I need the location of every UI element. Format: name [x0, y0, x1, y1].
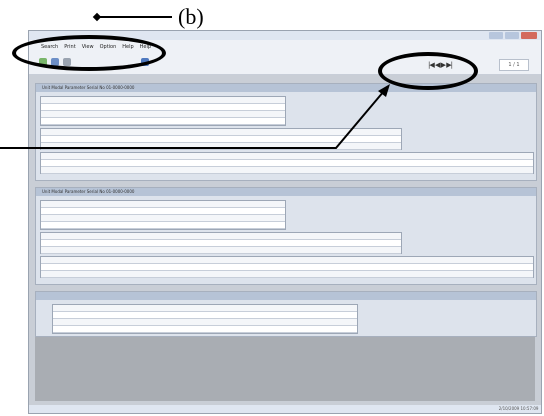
minimize-button[interactable]	[489, 32, 503, 39]
panel-2-header: Unit Modal Parameter Serial No 01-0000-0…	[36, 188, 536, 196]
status-bar: 2/10/2009 10:57:09	[29, 405, 541, 413]
application-window: Search Print View Option Help Help |◀ ◀ …	[28, 30, 542, 414]
panel-2-grid-b	[40, 232, 402, 254]
panel-1-grid-c	[40, 152, 534, 174]
status-clock: 2/10/2009 10:57:09	[498, 406, 539, 411]
annotation-arrow-b-head	[92, 12, 102, 22]
panel-3-grid	[52, 304, 358, 334]
panel-2-grid-a	[40, 200, 286, 230]
empty-workspace	[35, 337, 535, 401]
annotation-label-b: (b)	[178, 4, 204, 29]
panel-1-grid-a	[40, 96, 286, 126]
annotation-arrow-b	[98, 16, 172, 18]
panel-1-grid-b	[40, 128, 402, 150]
annotation-ellipse-menu	[12, 35, 166, 71]
panel-2-grid-c	[40, 256, 534, 278]
maximize-button[interactable]	[505, 32, 519, 39]
panel-3-header	[36, 292, 536, 300]
annotation-ellipse-navigation	[378, 52, 478, 90]
close-button[interactable]	[521, 32, 537, 39]
page-number-field[interactable]: 1 / 1	[499, 59, 529, 71]
parameter-panel-3	[35, 291, 537, 337]
parameter-panel-1: Unit Modal Parameter Serial No 01-0000-0…	[35, 83, 537, 181]
parameter-panel-2: Unit Modal Parameter Serial No 01-0000-0…	[35, 187, 537, 285]
